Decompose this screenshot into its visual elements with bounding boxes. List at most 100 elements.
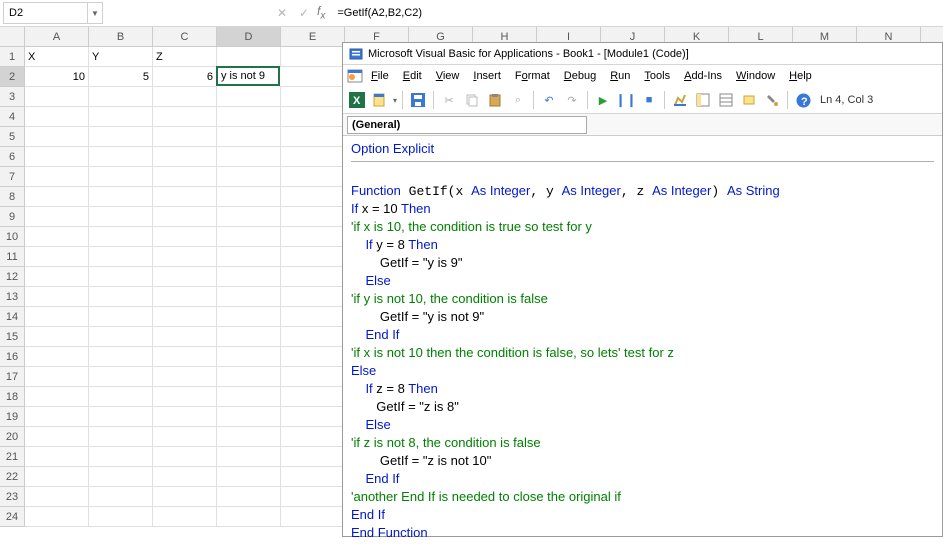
row-header-11[interactable]: 11 [0,247,25,267]
cell-D9[interactable] [217,207,281,227]
cell-C19[interactable] [153,407,217,427]
cell-C21[interactable] [153,447,217,467]
cell-E14[interactable] [281,307,345,327]
cell-A1[interactable]: X [25,47,89,67]
cell-E3[interactable] [281,87,345,107]
cell-E11[interactable] [281,247,345,267]
col-header-A[interactable]: A [25,27,89,46]
cell-C14[interactable] [153,307,217,327]
object-browser-icon[interactable] [739,90,759,110]
project-explorer-icon[interactable] [693,90,713,110]
row-header-20[interactable]: 20 [0,427,25,447]
cell-C15[interactable] [153,327,217,347]
cell-D17[interactable] [217,367,281,387]
cell-A12[interactable] [25,267,89,287]
redo-icon[interactable]: ↷ [562,90,582,110]
cell-E8[interactable] [281,187,345,207]
row-header-10[interactable]: 10 [0,227,25,247]
row-header-13[interactable]: 13 [0,287,25,307]
cell-B9[interactable] [89,207,153,227]
cell-E7[interactable] [281,167,345,187]
row-header-5[interactable]: 5 [0,127,25,147]
cell-B10[interactable] [89,227,153,247]
undo-icon[interactable]: ↶ [539,90,559,110]
cell-B22[interactable] [89,467,153,487]
row-header-12[interactable]: 12 [0,267,25,287]
cell-E10[interactable] [281,227,345,247]
cell-E16[interactable] [281,347,345,367]
row-header-15[interactable]: 15 [0,327,25,347]
row-header-3[interactable]: 3 [0,87,25,107]
formula-input[interactable]: =GetIf(A2,B2,C2) [331,2,943,24]
cell-A17[interactable] [25,367,89,387]
cell-C22[interactable] [153,467,217,487]
cell-C16[interactable] [153,347,217,367]
row-header-16[interactable]: 16 [0,347,25,367]
cell-E4[interactable] [281,107,345,127]
cell-B7[interactable] [89,167,153,187]
cell-C8[interactable] [153,187,217,207]
code-pane[interactable]: Option Explicit Function GetIf(x As Inte… [343,136,942,546]
cell-D24[interactable] [217,507,281,527]
cell-B8[interactable] [89,187,153,207]
cell-B21[interactable] [89,447,153,467]
row-header-14[interactable]: 14 [0,307,25,327]
menu-insert[interactable]: Insert [467,68,507,84]
name-box-dropdown[interactable]: ▼ [88,2,103,24]
row-header-9[interactable]: 9 [0,207,25,227]
cell-C18[interactable] [153,387,217,407]
cell-A11[interactable] [25,247,89,267]
col-header-E[interactable]: E [281,27,345,46]
cell-C9[interactable] [153,207,217,227]
vbe-titlebar[interactable]: Microsoft Visual Basic for Applications … [343,43,942,65]
menu-run[interactable]: Run [604,68,636,84]
cell-C17[interactable] [153,367,217,387]
cell-A8[interactable] [25,187,89,207]
cell-C11[interactable] [153,247,217,267]
menu-help[interactable]: Help [783,68,818,84]
cell-D12[interactable] [217,267,281,287]
cell-A16[interactable] [25,347,89,367]
cell-C20[interactable] [153,427,217,447]
cell-A7[interactable] [25,167,89,187]
cell-A5[interactable] [25,127,89,147]
cell-B20[interactable] [89,427,153,447]
fx-icon[interactable]: fx [317,4,325,21]
cell-B19[interactable] [89,407,153,427]
row-header-23[interactable]: 23 [0,487,25,507]
cell-D7[interactable] [217,167,281,187]
cell-B12[interactable] [89,267,153,287]
cell-A9[interactable] [25,207,89,227]
cell-C1[interactable]: Z [153,47,217,67]
cell-A20[interactable] [25,427,89,447]
cell-E20[interactable] [281,427,345,447]
cell-A15[interactable] [25,327,89,347]
cell-E9[interactable] [281,207,345,227]
col-header-B[interactable]: B [89,27,153,46]
cell-B4[interactable] [89,107,153,127]
cell-E23[interactable] [281,487,345,507]
cell-C5[interactable] [153,127,217,147]
menu-window[interactable]: Window [730,68,781,84]
properties-icon[interactable] [716,90,736,110]
cell-A14[interactable] [25,307,89,327]
row-header-19[interactable]: 19 [0,407,25,427]
break-icon[interactable]: ❙❙ [616,90,636,110]
save-icon[interactable] [408,90,428,110]
excel-icon[interactable]: X [347,90,367,110]
copy-icon[interactable] [462,90,482,110]
cell-C7[interactable] [153,167,217,187]
cell-A22[interactable] [25,467,89,487]
design-mode-icon[interactable] [670,90,690,110]
menu-tools[interactable]: Tools [638,68,676,84]
row-header-2[interactable]: 2 [0,67,25,87]
cell-B16[interactable] [89,347,153,367]
row-header-1[interactable]: 1 [0,47,25,67]
cell-B15[interactable] [89,327,153,347]
cell-C24[interactable] [153,507,217,527]
cell-B23[interactable] [89,487,153,507]
cell-A18[interactable] [25,387,89,407]
menu-debug[interactable]: Debug [558,68,602,84]
cell-A10[interactable] [25,227,89,247]
row-header-17[interactable]: 17 [0,367,25,387]
